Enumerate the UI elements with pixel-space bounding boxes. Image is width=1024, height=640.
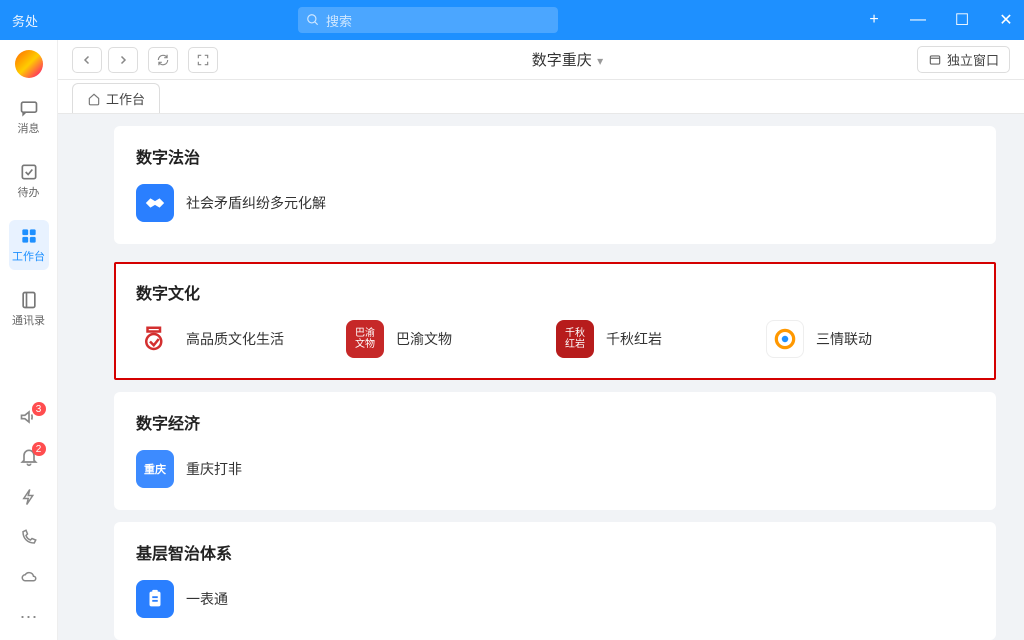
section-title: 数字经济 — [136, 410, 974, 434]
forward-button[interactable] — [108, 47, 138, 73]
phone-icon[interactable] — [18, 526, 40, 548]
app-item-label: 一表通 — [186, 589, 228, 609]
new-button[interactable]: + — [864, 10, 884, 30]
toolbar: 数字重庆 ▾ 独立窗口 — [58, 40, 1024, 80]
app-item-label: 高品质文化生活 — [186, 329, 284, 349]
section-title: 基层智治体系 — [136, 540, 974, 564]
app-item-label: 巴渝文物 — [396, 329, 452, 349]
tab-workbench[interactable]: 工作台 — [72, 83, 160, 113]
app-item-label: 重庆打非 — [186, 459, 242, 479]
sidebar-item-contacts[interactable]: 通讯录 — [9, 284, 49, 334]
content-scroll[interactable]: 数字法治社会矛盾纠纷多元化解数字文化高品质文化生活巴渝文物巴渝文物千秋红岩千秋红… — [58, 114, 1024, 640]
tab-bar: 工作台 — [58, 80, 1024, 114]
search-icon — [306, 13, 320, 27]
window-titlebar: 务处 搜索 + — ☐ ✕ — [0, 0, 1024, 40]
back-button[interactable] — [72, 47, 102, 73]
app-item[interactable]: 三情联动 — [766, 320, 956, 358]
section-card: 数字文化高品质文化生活 巴渝文物巴渝文物千秋红岩千秋红岩 三情联动 — [114, 262, 996, 380]
badge: 3 — [32, 402, 46, 416]
app-item[interactable]: 社会矛盾纠纷多元化解 — [136, 184, 326, 222]
search-input[interactable]: 搜索 — [298, 7, 558, 33]
chevron-down-icon: ▾ — [594, 54, 603, 68]
speaker-icon[interactable]: 3 — [18, 406, 40, 428]
sidebar-item-label: 待办 — [18, 184, 40, 200]
app-item[interactable]: 高品质文化生活 — [136, 320, 326, 358]
check-icon — [19, 162, 39, 182]
app-item-label: 千秋红岩 — [606, 329, 662, 349]
section-card: 数字经济重庆重庆打非 — [114, 392, 996, 510]
app-item[interactable]: 一表通 — [136, 580, 326, 618]
sidebar-item-label: 通讯录 — [12, 312, 45, 328]
fullscreen-button[interactable] — [188, 47, 218, 73]
app-item[interactable]: 千秋红岩千秋红岩 — [556, 320, 746, 358]
home-icon — [87, 92, 101, 106]
more-icon[interactable]: ⋯ — [18, 606, 40, 628]
section-card: 基层智治体系一表通 — [114, 522, 996, 640]
detach-window-button[interactable]: 独立窗口 — [917, 46, 1010, 73]
section-title: 数字文化 — [136, 280, 974, 304]
sidebar-bottom: 3 2 ⋯ — [18, 406, 40, 628]
app-item-label: 社会矛盾纠纷多元化解 — [186, 193, 326, 213]
sidebar: 消息 待办 工作台 通讯录 3 2 ⋯ — [0, 40, 58, 640]
grid-icon — [19, 226, 39, 246]
sidebar-item-workbench[interactable]: 工作台 — [9, 220, 49, 270]
window-controls: + — ☐ ✕ — [864, 10, 1016, 30]
app-item[interactable]: 重庆重庆打非 — [136, 450, 326, 488]
badge: 2 — [32, 442, 46, 456]
page-title[interactable]: 数字重庆 ▾ — [228, 49, 907, 70]
lightning-icon[interactable] — [18, 486, 40, 508]
app-logo-icon[interactable] — [15, 50, 43, 78]
minimize-button[interactable]: — — [908, 10, 928, 30]
bell-icon[interactable]: 2 — [18, 446, 40, 468]
main-area: 数字重庆 ▾ 独立窗口 工作台 数字法治社会矛盾纠纷多元化解数字文化高品质文化生… — [58, 40, 1024, 640]
book-icon — [19, 290, 39, 310]
section-title: 数字法治 — [136, 144, 974, 168]
maximize-button[interactable]: ☐ — [952, 10, 972, 30]
app-item-label: 三情联动 — [816, 329, 872, 349]
close-button[interactable]: ✕ — [996, 10, 1016, 30]
search-placeholder: 搜索 — [326, 11, 352, 30]
sidebar-item-label: 消息 — [18, 120, 40, 136]
sidebar-item-label: 工作台 — [12, 248, 45, 264]
chat-icon — [19, 98, 39, 118]
app-item[interactable]: 巴渝文物巴渝文物 — [346, 320, 536, 358]
cloud-icon[interactable] — [18, 566, 40, 588]
sidebar-item-messages[interactable]: 消息 — [9, 92, 49, 142]
refresh-button[interactable] — [148, 47, 178, 73]
sidebar-item-todo[interactable]: 待办 — [9, 156, 49, 206]
titlebar-text: 务处 — [12, 11, 38, 30]
window-icon — [928, 53, 942, 67]
section-card: 数字法治社会矛盾纠纷多元化解 — [114, 126, 996, 244]
